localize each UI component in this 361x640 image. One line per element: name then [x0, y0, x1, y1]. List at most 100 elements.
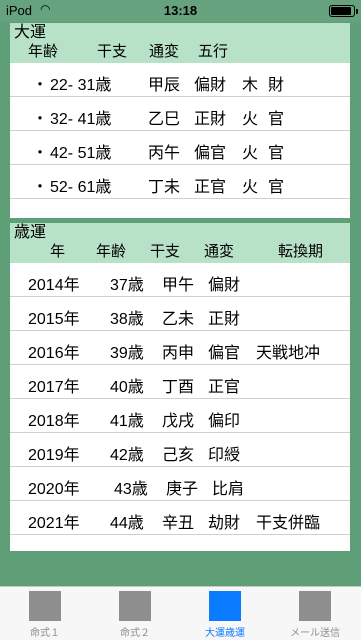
saiun-header: 歳運 年 年齢 干支 通変 転換期 [10, 223, 350, 263]
age-cell: 43歳 [114, 481, 148, 498]
tab-2[interactable]: 命式２ [90, 587, 180, 640]
age-range: 52- 61歳 [50, 179, 112, 196]
year-cell: 2021年 [28, 515, 80, 532]
age-range: 22- 31歳 [50, 77, 112, 94]
tenkan-cell: 天戦地冲 [256, 345, 321, 362]
age-cell: 39歳 [110, 345, 144, 362]
row-bullet: ・ [32, 111, 49, 128]
year-cell: 2019年 [28, 447, 80, 464]
star-cell: 財 [268, 77, 285, 94]
year-cell: 2017年 [28, 379, 80, 396]
daiun-row[interactable]: ・ 52- 61歳 丁未 正官火官 [10, 165, 350, 199]
tsuhen-cell: 正官 [194, 179, 227, 196]
saiun-panel: 歳運 年 年齢 干支 通変 転換期 2014年 37歳 甲午 偏財 2015年 38歳 乙未… [10, 223, 350, 551]
daiun-row[interactable]: ・ 42- 51歳 丙午 偏官火官 [10, 131, 350, 165]
column-header-age: 年齢 [96, 243, 127, 260]
year-cell: 2020年 [28, 481, 80, 498]
tab-label: メール送信 [290, 628, 340, 639]
star-cell: 官 [268, 145, 285, 162]
saiun-row[interactable]: 2015年 38歳 乙未 正財 [10, 297, 350, 331]
column-header-tsuhen: 通変 [149, 43, 180, 60]
age-range: 42- 51歳 [50, 145, 112, 162]
year-cell: 2014年 [28, 277, 80, 294]
tsuhen-cell: 正財 [208, 311, 241, 328]
column-header-year: 年 [50, 243, 66, 260]
tab-label: 命式１ [30, 628, 60, 639]
gogyo-cell: 木 [242, 77, 259, 94]
tsuhen-cell: 偏印 [208, 413, 241, 430]
gogyo-cell: 火 [242, 179, 259, 196]
status-bar: iPod ◠ 13:18 [0, 0, 361, 22]
kanshi-cell: 丁酉 [162, 379, 195, 396]
kanshi-cell: 庚子 [166, 481, 199, 498]
year-cell: 2015年 [28, 311, 80, 328]
kanshi-cell: 甲辰 [148, 77, 181, 94]
tsuhen-cell: 偏財 [208, 277, 241, 294]
kanshi-cell: 丙申 [162, 345, 195, 362]
column-header-kanshi: 干支 [97, 43, 128, 60]
tsuhen-cell: 偏官 [194, 145, 227, 162]
saiun-list[interactable]: 2014年 37歳 甲午 偏財 2015年 38歳 乙未 正財 2016年 39歳 丙申 偏官 天戦地冲… [10, 263, 350, 535]
saiun-row[interactable]: 2017年 40歳 丁酉 正官 [10, 365, 350, 399]
tsuhen-cell: 偏財 [194, 77, 227, 94]
tsuhen-cell: 比肩 [212, 481, 245, 498]
age-cell: 40歳 [110, 379, 144, 396]
tsuhen-cell: 印綬 [208, 447, 241, 464]
age-cell: 41歳 [110, 413, 144, 430]
daiun-column-headers: 年齢 干支 通変 五行 [14, 43, 346, 63]
tsuhen-cell: 劫財 [208, 515, 241, 532]
tsuhen-cell: 偏官 [208, 345, 241, 362]
tab-1[interactable]: 命式１ [0, 587, 90, 640]
kanshi-cell: 己亥 [162, 447, 195, 464]
saiun-column-headers: 年 年齢 干支 通変 転換期 [14, 243, 346, 263]
daiun-row[interactable]: ・62- 71歳戊申偏印金比 [10, 199, 350, 204]
tab-icon [29, 591, 61, 621]
daiun-title: 大運 [14, 24, 47, 41]
star-cell: 官 [268, 111, 285, 128]
kanshi-cell: 辛丑 [162, 515, 195, 532]
saiun-row[interactable]: 2018年 41歳 戊戌 偏印 [10, 399, 350, 433]
row-bullet: ・ [32, 179, 49, 196]
tab-icon [209, 591, 241, 621]
tab-3[interactable]: 大運歳運 [180, 587, 270, 640]
saiun-row[interactable]: 2016年 39歳 丙申 偏官 天戦地冲 [10, 331, 350, 365]
column-header-age: 年齢 [28, 43, 59, 60]
saiun-row[interactable]: 2020年 43歳 庚子 比肩 [10, 467, 350, 501]
age-cell: 37歳 [110, 277, 144, 294]
kanshi-cell: 乙巳 [148, 111, 181, 128]
daiun-panel: 大運 年齢 干支 通変 五行 ・ 22- 31歳 甲辰 偏財木財・ 32- 41歳 乙巳正… [10, 23, 350, 218]
row-bullet: ・ [32, 77, 49, 94]
kanshi-cell: 甲午 [162, 277, 195, 294]
age-range: 32- 41歳 [50, 111, 112, 128]
row-bullet: ・ [32, 145, 49, 162]
battery-icon [329, 5, 358, 17]
tab-icon [119, 591, 151, 621]
age-cell: 44歳 [110, 515, 144, 532]
daiun-list[interactable]: ・ 22- 31歳 甲辰 偏財木財・ 32- 41歳 乙巳 正財火官・ 42- 51歳 丙午 偏官… [10, 63, 350, 204]
tab-label: 大運歳運 [205, 628, 245, 639]
clock: 13:18 [163, 3, 198, 18]
saiun-row[interactable]: 2019年 42歳 己亥 印綬 [10, 433, 350, 467]
kanshi-cell: 戊戌 [162, 413, 195, 430]
tab-icon [299, 591, 331, 621]
tab-label: 命式２ [120, 628, 150, 639]
kanshi-cell: 丙午 [148, 145, 181, 162]
tenkan-cell: 干支併臨 [256, 515, 321, 532]
column-header-tsuhen: 通変 [204, 243, 235, 260]
gogyo-cell: 火 [242, 145, 259, 162]
tsuhen-cell: 正官 [208, 379, 241, 396]
column-header-kanshi: 干支 [150, 243, 181, 260]
kanshi-cell: 丁未 [148, 179, 181, 196]
tab-bar: 命式１ 命式２ 大運歳運 メール送信 [0, 586, 361, 640]
column-header-gogyo: 五行 [198, 43, 229, 60]
gogyo-cell: 火 [242, 111, 259, 128]
daiun-row[interactable]: ・ 22- 31歳 甲辰 偏財木財 [10, 63, 350, 97]
saiun-row[interactable]: 2014年 37歳 甲午 偏財 [10, 263, 350, 297]
saiun-title: 歳運 [14, 224, 47, 241]
daiun-row[interactable]: ・ 32- 41歳 乙巳 正財火官 [10, 97, 350, 131]
age-cell: 42歳 [110, 447, 144, 464]
age-cell: 38歳 [110, 311, 144, 328]
column-header-tenkan: 転換期 [278, 243, 324, 260]
tab-4[interactable]: メール送信 [270, 587, 360, 640]
saiun-row[interactable]: 2021年 44歳 辛丑 劫財 干支併臨 [10, 501, 350, 535]
